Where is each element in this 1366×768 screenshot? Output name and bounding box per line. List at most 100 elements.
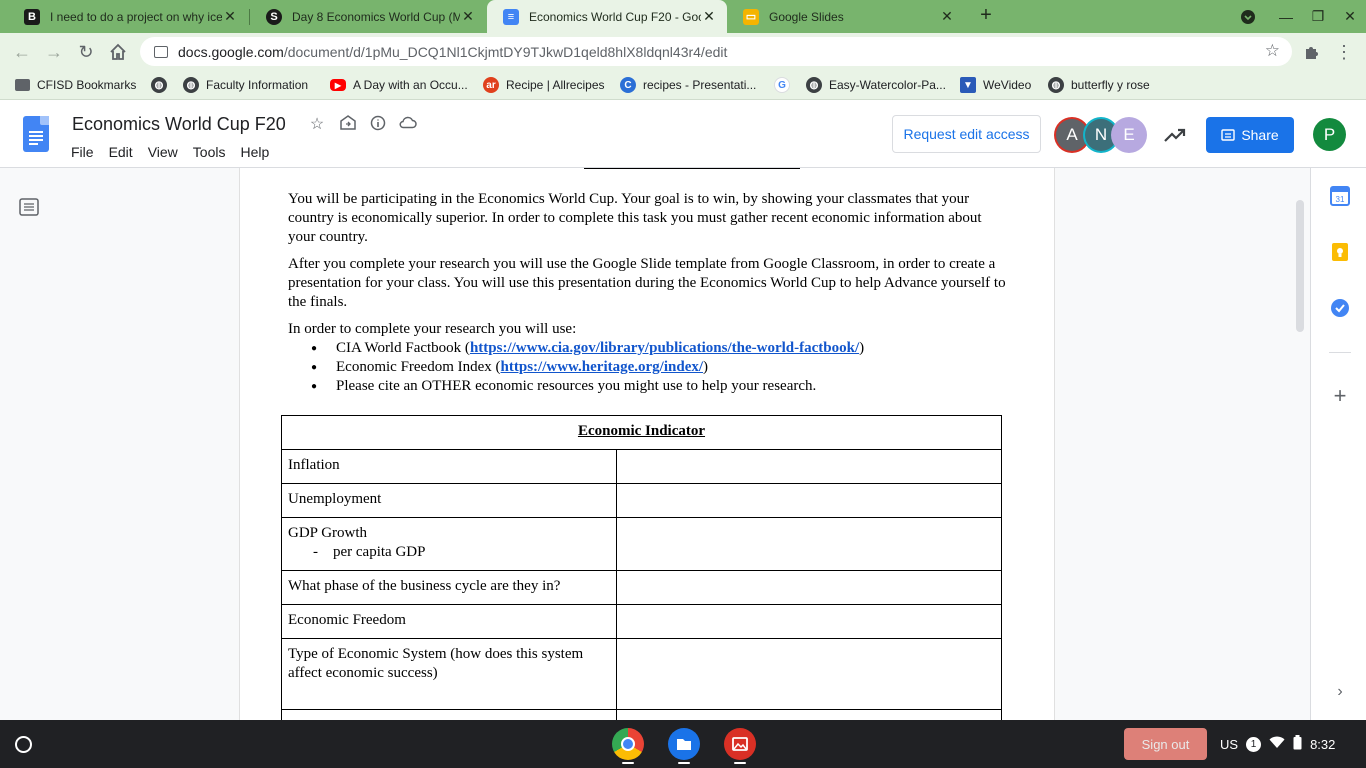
- allrecipes-icon: ar: [483, 77, 499, 93]
- extensions-icon[interactable]: [1298, 38, 1326, 66]
- back-button[interactable]: ←: [8, 38, 36, 66]
- bookmark-recipes-presentation[interactable]: C recipes - Presentati...: [620, 76, 756, 94]
- row-label: Unemployment: [281, 483, 617, 518]
- request-edit-access-button[interactable]: Request edit access: [892, 115, 1041, 153]
- menu-edit[interactable]: Edit: [109, 142, 139, 162]
- table-row: Type of Economic System (how does this s…: [281, 638, 1002, 710]
- bookmark-label: Easy-Watercolor-Pa...: [829, 78, 946, 92]
- bookmark-allrecipes[interactable]: ar Recipe | Allrecipes: [483, 76, 605, 94]
- sign-out-button[interactable]: Sign out: [1124, 728, 1207, 760]
- address-bar[interactable]: docs.google.com/document/d/1pMu_DCQ1Nl1C…: [140, 37, 1292, 66]
- document-outline-icon[interactable]: [19, 198, 39, 216]
- tab-economics-doc[interactable]: ≡ Economics World Cup F20 - Goo ✕: [487, 0, 727, 33]
- home-button[interactable]: [104, 38, 132, 66]
- forward-button[interactable]: →: [40, 38, 68, 66]
- table-row: Economic Freedom: [281, 604, 1002, 639]
- collaborator-avatar-e[interactable]: E: [1113, 119, 1145, 151]
- document-canvas: You will be participating in the Economi…: [0, 168, 1310, 720]
- close-window-icon[interactable]: ✕: [1334, 0, 1366, 33]
- bookmark-cfisd[interactable]: CFISD Bookmarks: [15, 76, 136, 94]
- table-cell[interactable]: [616, 570, 1002, 605]
- menu-file[interactable]: File: [71, 142, 100, 162]
- menu-help[interactable]: Help: [240, 142, 275, 162]
- globe-icon: ◍: [806, 77, 822, 93]
- collaborator-avatar-a[interactable]: A: [1056, 119, 1088, 151]
- chevron-right-icon[interactable]: ›: [1330, 682, 1350, 702]
- share-button[interactable]: Share: [1206, 117, 1294, 153]
- bookmark-globe[interactable]: ◍: [151, 76, 174, 94]
- bookmark-star-icon[interactable]: ☆: [1265, 41, 1280, 61]
- table-cell[interactable]: [616, 604, 1002, 639]
- google-icon: G: [774, 77, 790, 93]
- url-path: /document/d/1pMu_DCQ1Nl1CkjmtDY9TJkwD1qe…: [283, 43, 728, 60]
- bookmark-easy-watercolor[interactable]: ◍ Easy-Watercolor-Pa...: [806, 76, 946, 94]
- tab-strip: B I need to do a project on why ice ✕ S …: [0, 0, 1366, 33]
- bookmark-label: A Day with an Occu...: [353, 78, 468, 92]
- wevideo-icon: ▼: [960, 77, 976, 93]
- close-tab-icon[interactable]: ✕: [701, 8, 717, 25]
- reload-button[interactable]: ↻: [72, 38, 100, 66]
- clock: 8:32: [1310, 736, 1336, 752]
- minimize-icon[interactable]: —: [1270, 0, 1302, 33]
- status-tray[interactable]: US 1 8:32: [1220, 728, 1360, 760]
- cia-factbook-link[interactable]: https://www.cia.gov/library/publications…: [470, 340, 859, 356]
- tab-search-icon[interactable]: [1232, 0, 1264, 33]
- share-label: Share: [1241, 127, 1279, 143]
- vertical-scrollbar[interactable]: [1296, 200, 1304, 332]
- browser-menu-icon[interactable]: ⋮: [1330, 38, 1358, 66]
- star-icon[interactable]: ☆: [307, 115, 327, 135]
- close-tab-icon[interactable]: ✕: [939, 8, 955, 25]
- table-cell[interactable]: [616, 449, 1002, 484]
- document-title[interactable]: Economics World Cup F20: [72, 114, 286, 135]
- table-cell[interactable]: [616, 638, 1002, 710]
- menu-tools[interactable]: Tools: [193, 142, 232, 162]
- row-label: Inflation: [281, 449, 617, 484]
- new-tab-button[interactable]: +: [975, 5, 997, 27]
- document-details-icon[interactable]: [368, 115, 388, 135]
- underline-fragment: [584, 168, 800, 169]
- tab-title: I need to do a project on why ice: [50, 9, 222, 24]
- cloud-status-icon[interactable]: [398, 115, 418, 135]
- tab-brainly[interactable]: B I need to do a project on why ice ✕: [8, 0, 248, 33]
- table-cell[interactable]: [616, 517, 1002, 571]
- launcher-icon[interactable]: [15, 736, 32, 753]
- google-docs-icon: ≡: [503, 8, 519, 25]
- tasks-icon[interactable]: [1330, 298, 1350, 318]
- folder-icon: [15, 79, 30, 91]
- account-avatar[interactable]: P: [1313, 118, 1346, 151]
- bookmark-a-day-with-an-occu[interactable]: ▶ A Day with an Occu...: [330, 76, 468, 94]
- wifi-icon: [1269, 736, 1285, 752]
- site-info-icon[interactable]: [154, 45, 168, 58]
- bookmark-butterfly-y-rose[interactable]: ◍ butterfly y rose: [1048, 76, 1150, 94]
- table-cell[interactable]: [616, 709, 1002, 720]
- close-tab-icon[interactable]: ✕: [460, 8, 476, 25]
- move-icon[interactable]: [338, 115, 358, 135]
- resource-list: CIA World Factbook (https://www.cia.gov/…: [288, 339, 1010, 396]
- files-icon[interactable]: [668, 728, 700, 760]
- table-cell[interactable]: [281, 709, 617, 720]
- bookmark-wevideo[interactable]: ▼ WeVideo: [960, 76, 1031, 94]
- close-tab-icon[interactable]: ✕: [222, 8, 238, 25]
- menu-view[interactable]: View: [148, 142, 184, 162]
- table-cell[interactable]: [616, 483, 1002, 518]
- calendar-icon[interactable]: 31: [1330, 186, 1350, 206]
- row-label: Economic Freedom: [281, 604, 617, 639]
- keyboard-locale: US: [1220, 736, 1239, 752]
- google-docs-logo-icon[interactable]: [23, 116, 49, 152]
- chrome-icon[interactable]: [612, 728, 644, 760]
- activity-dashboard-icon[interactable]: [1162, 122, 1188, 148]
- document-page[interactable]: You will be participating in the Economi…: [239, 168, 1055, 720]
- table-row: GDP Growth - per capita GDP: [281, 517, 1002, 571]
- restore-icon[interactable]: ❐: [1302, 0, 1334, 33]
- keep-icon[interactable]: [1330, 242, 1350, 262]
- economic-indicator-table: Economic Indicator Inflation Unemploymen…: [281, 415, 1002, 720]
- gallery-icon[interactable]: [724, 728, 756, 760]
- tab-schoology[interactable]: S Day 8 Economics World Cup (M ✕: [250, 0, 486, 33]
- heritage-index-link[interactable]: https://www.heritage.org/index/: [501, 359, 704, 375]
- add-addon-icon[interactable]: +: [1330, 385, 1350, 407]
- bookmark-google[interactable]: G: [774, 76, 797, 94]
- tab-google-slides[interactable]: ▭ Google Slides ✕: [727, 0, 965, 33]
- running-indicator: [678, 762, 690, 764]
- bookmark-faculty-information[interactable]: ◍ Faculty Information: [183, 76, 308, 94]
- paragraph-research: In order to complete your research you w…: [288, 321, 577, 337]
